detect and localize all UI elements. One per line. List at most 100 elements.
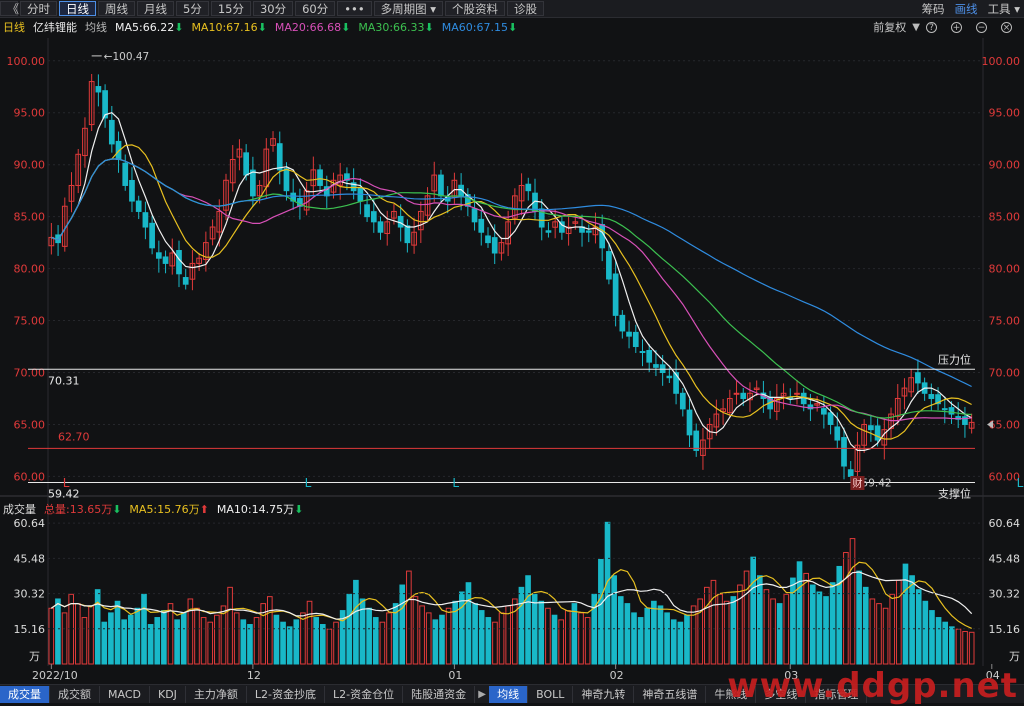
candle-body [391,210,397,219]
volume-bar [74,603,81,665]
ma-bar-right: 前复权 ▼ ? + − × [873,19,1020,35]
volume-bar [717,593,723,665]
candle-body [552,221,559,228]
period-tab-9[interactable]: 多周期图 ▾ [373,1,444,16]
volume-bar [598,558,604,665]
ma-label[interactable]: 均线 [85,19,107,35]
draw-line-button[interactable]: 画线 [955,1,978,17]
period-tab-7[interactable]: 60分 [295,1,336,16]
tools-menu[interactable]: 工具 ▾ [988,1,1020,17]
candle-body [290,192,297,202]
period-tab-8[interactable]: ••• [337,1,372,16]
indicator-tab-0[interactable]: 成交量 [0,685,50,703]
volume-bar [617,596,624,665]
volume-bar [498,612,505,665]
annotations: 70.31 压力位 62.70 59.42 支撑位 ←100.47 ←59.42 L L L L 财 [28,51,1024,500]
candle-body [203,242,209,260]
volume-ma5: MA5:15.76万⬆ [129,501,208,517]
volume-bar [637,617,644,665]
restore-dropdown[interactable]: 前复权 [873,19,906,35]
candle-body [599,224,606,249]
volume-bar [313,617,319,665]
period-tab-4[interactable]: 5分 [176,1,209,16]
volume-bar [94,589,101,665]
candle-body [653,364,659,368]
period-tab-11[interactable]: 诊股 [507,1,545,16]
indicator-tab-5[interactable]: L2-资金抄底 [247,685,326,703]
volume-bar [406,570,412,665]
candle-body [686,409,693,436]
volume-bar [319,624,326,665]
indicator-tab-3[interactable]: KDJ [150,685,186,703]
ma5-line [51,112,972,451]
down-triangle-icon[interactable]: ▼ [912,22,920,33]
candle-body [713,413,720,428]
candle-body [330,179,337,193]
period-tab-1[interactable]: 日线 [59,1,96,16]
back-icon[interactable]: 《 [0,1,19,16]
price-tick-label-left: 100.00 [7,55,46,68]
chevron-right-icon[interactable]: ▶ [475,689,489,700]
candle-body [639,351,646,354]
ma20-value: MA20:66.68⬇ [275,21,350,34]
volume-bar [114,600,121,665]
candle-body [908,377,915,393]
volume-bar [452,600,459,665]
indicator-tab-6[interactable]: L2-资金仓位 [325,685,404,703]
volume-bar [432,619,439,665]
price-tick-label-left: 65.00 [14,418,46,431]
period-tab-0[interactable]: 分时 [20,1,57,16]
candle-body [357,187,364,202]
chips-button[interactable]: 筹码 [922,1,945,17]
question-icon[interactable]: ? [926,21,937,33]
candle-body [149,222,155,249]
zoom-out-icon[interactable]: − [976,21,987,33]
overlay-tab-0[interactable]: 均线 [489,685,529,703]
volume-bar [220,605,227,665]
volume-bar [227,586,233,665]
indicator-tab-7[interactable]: 陆股通资金 [403,685,476,703]
period-tab-5[interactable]: 15分 [210,1,251,16]
candle-body [740,392,747,399]
overlay-tab-2[interactable]: 神奇九转 [573,685,635,703]
candle-body [525,183,532,192]
l-marker: L [63,476,70,490]
candle-body [874,425,881,441]
candle-body [915,372,921,384]
candle-body [169,252,176,267]
candle-body [901,387,908,397]
close-icon[interactable]: × [1001,21,1012,33]
volume-bar [776,603,783,665]
candle-body [559,221,565,233]
indicator-tab-1[interactable]: 成交额 [50,685,100,703]
volume-bar [399,584,406,665]
zoom-in-icon[interactable]: + [951,21,962,33]
candle-body [626,331,632,337]
volume-tick-label-left: 15.16 [14,623,46,636]
indicator-tab-2[interactable]: MACD [100,685,150,703]
candle-body [841,437,847,467]
current-price-arrow [987,420,993,429]
volume-bar [359,598,366,665]
period-tab-2[interactable]: 周线 [98,1,135,16]
period-tab-3[interactable]: 月线 [137,1,174,16]
candle-body [129,179,135,202]
volume-bar [260,603,267,665]
volume-bar [386,612,392,665]
overlay-tab-1[interactable]: BOLL [528,685,574,703]
indicator-tab-4[interactable]: 主力净额 [186,685,247,703]
ma30-text: MA30:66.33 [358,20,425,34]
volume-title[interactable]: 成交量 [3,501,36,517]
period-tab-6[interactable]: 30分 [252,1,294,16]
kline-chart[interactable]: 60.00 60.00 65.00 65.00 70.00 70.00 75.00 75.00… [0,0,1024,702]
candle-body [518,184,525,202]
candle-body [955,416,962,420]
candle-body [485,235,491,244]
overlay-tab-3[interactable]: 神奇五线谱 [634,685,707,703]
candle-body [491,237,498,254]
ma30-value: MA30:66.33⬇ [358,21,433,34]
volume-tick-label-left: 30.32 [14,588,46,601]
period-tab-10[interactable]: 个股资料 [445,1,506,16]
candle-body [579,226,585,233]
l-marker: L [452,476,459,490]
